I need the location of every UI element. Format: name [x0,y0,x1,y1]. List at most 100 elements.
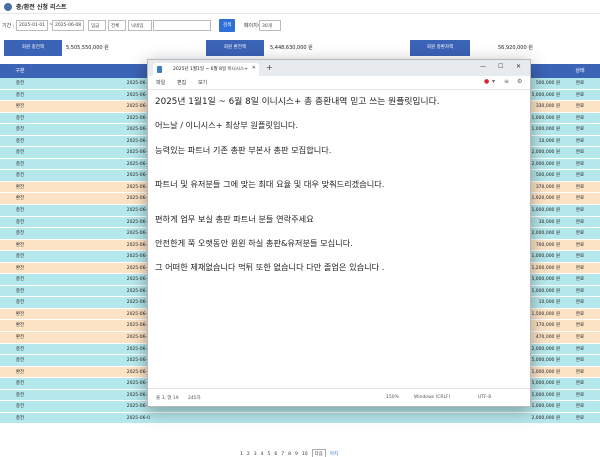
row-date: 2025-06-0 [126,288,150,294]
row-date: 2025-06-0 [126,254,150,260]
period-label: 기간 : [2,23,15,29]
summary-bar: 회원 충전액 5,505,550,000 원 회원 환전액 5,448,630,… [0,40,600,56]
row-type: 충전 [15,277,25,283]
notepad-window: 2025년 1월1일 ~ 6월 8일 이니시스+ ✕ + — ☐ ✕ 파일 편집… [147,59,531,407]
page-link[interactable]: 10 [302,450,308,457]
row-status: 완료 [575,184,585,190]
row-amount: 2,000,000 원 [531,415,560,421]
row-type: 충전 [15,392,25,398]
type-select[interactable]: 입금 [88,20,106,31]
row-date: 2025-06-0 [126,104,150,110]
row-date: 2025-06-0 [126,81,150,86]
row-status: 완료 [575,254,585,260]
diff-total-label: 회원 충환차액 [410,40,470,56]
encoding: UTF-8 [478,395,492,400]
row-type: 충전 [15,219,25,225]
row-type: 충전 [15,231,25,237]
date-to-input[interactable]: 2025-06-08 [52,20,84,31]
row-status: 완료 [575,127,585,133]
page-link[interactable]: 7 [281,450,284,457]
zoom-level: 150% [386,395,399,400]
vertical-scrollbar[interactable] [524,94,528,384]
row-type: 충전 [15,381,25,387]
row-status: 완료 [575,335,585,341]
row-type: 충전 [15,415,25,421]
page-link[interactable]: 5 [268,450,271,457]
chevron-down-icon[interactable]: ▾ [492,78,495,85]
row-status: 완료 [575,161,585,167]
format-icon[interactable]: ≡ [504,78,509,85]
profile-icon[interactable]: ● [484,78,489,85]
notepad-status-bar: 줄 3, 열 19 245자 150% Windows (CRLF) UTF-8 [148,388,530,406]
page-title: 충/환전 신청 리스트 [16,4,67,11]
row-date: 2025-06-0 [126,311,150,317]
page-link[interactable]: 8 [288,450,291,457]
page-link[interactable]: 4 [261,450,264,457]
text-line: 어느날 / 이니시스+ 최상부 원플릿입니다. [155,120,299,130]
row-date: 2025-06-0 [126,150,150,156]
search-by-select[interactable]: 닉네임 [128,20,152,31]
last-page-link[interactable]: 마지 [330,450,338,457]
header-type: 구분 [15,68,25,74]
row-type: 환전 [15,311,25,317]
close-window-icon[interactable]: ✕ [516,63,521,70]
row-date: 2025-06-0 [126,277,150,283]
page-link[interactable]: 1 [240,450,243,457]
page-link[interactable]: 6 [274,450,277,457]
page-size-select[interactable]: 30개 [259,20,281,31]
maximize-icon[interactable]: ☐ [498,63,503,70]
row-type: 충전 [15,81,25,86]
page-link[interactable]: 3 [254,450,257,457]
menu-file[interactable]: 파일 [156,79,165,86]
row-date: 2025-06-0 [126,173,150,179]
page-header: 충/환전 신청 리스트 [0,0,600,14]
notepad-text-area[interactable]: 2025년 1월1일 ~ 6월 8일 이니시스+ 총 충환내역 믿고 쓰는 원플… [155,94,519,384]
close-tab-icon[interactable]: ✕ [252,65,256,71]
row-type: 환전 [15,196,25,202]
row-date: 2025-06-0 [126,265,150,271]
row-type: 충전 [15,92,25,98]
row-date: 2025-06-0 [126,127,150,133]
row-status: 완료 [575,92,585,98]
row-date: 2025-06-0 [126,392,150,398]
row-status: 완료 [575,381,585,387]
pagination: 1 2 3 4 5 6 7 8 9 10 다음 마지 [240,440,342,457]
date-from-input[interactable]: 2025-01-01 [16,20,48,31]
row-date: 2025-06-0 [126,138,150,144]
row-date: 2025-06-0 [126,369,150,375]
row-type: 충전 [15,288,25,294]
menu-edit[interactable]: 편집 [177,79,186,86]
deposit-total-label: 회원 충전액 [4,40,62,56]
row-status: 완료 [575,242,585,248]
row-status: 완료 [575,323,585,329]
row-date: 2025-06-0 [126,196,150,202]
page-link[interactable]: 9 [295,450,298,457]
row-date: 2025-06-0 [126,358,150,364]
search-button[interactable]: 검색 [219,19,236,32]
notepad-tab[interactable]: 2025년 1월1일 ~ 6월 8일 이니시스+ ✕ [153,63,259,76]
menu-view[interactable]: 보기 [198,79,207,86]
row-type: 환전 [15,265,25,271]
settings-icon[interactable]: ⚙ [517,78,522,85]
table-row[interactable]: 충전 2025-06-0 2,000,000 원 완료 [0,412,600,425]
minimize-icon[interactable]: — [480,63,486,70]
row-type: 충전 [15,138,25,144]
row-status: 완료 [575,311,585,317]
row-date: 2025-06-0 [126,115,150,121]
new-tab-button[interactable]: + [266,63,273,72]
status-select[interactable]: 전체 [108,20,126,31]
notepad-icon [157,66,162,73]
cursor-position: 줄 3, 열 19 [156,396,179,401]
withdraw-total-label: 회원 환전액 [206,40,264,56]
next-page-button[interactable]: 다음 [311,449,326,457]
row-date: 2025-06-0 [126,208,150,214]
row-status: 완료 [575,358,585,364]
header-status: 상태 [575,68,585,74]
row-status: 완료 [575,392,585,398]
page-link[interactable]: 2 [247,450,250,457]
deposit-total-value: 5,505,550,000 원 [66,45,109,51]
row-status: 완료 [575,346,585,352]
search-input[interactable] [153,20,211,31]
text-line: 편하게 업무 보실 총판 파트너 분들 연락주세요 [155,214,314,224]
row-date: 2025-06-0 [126,381,150,387]
